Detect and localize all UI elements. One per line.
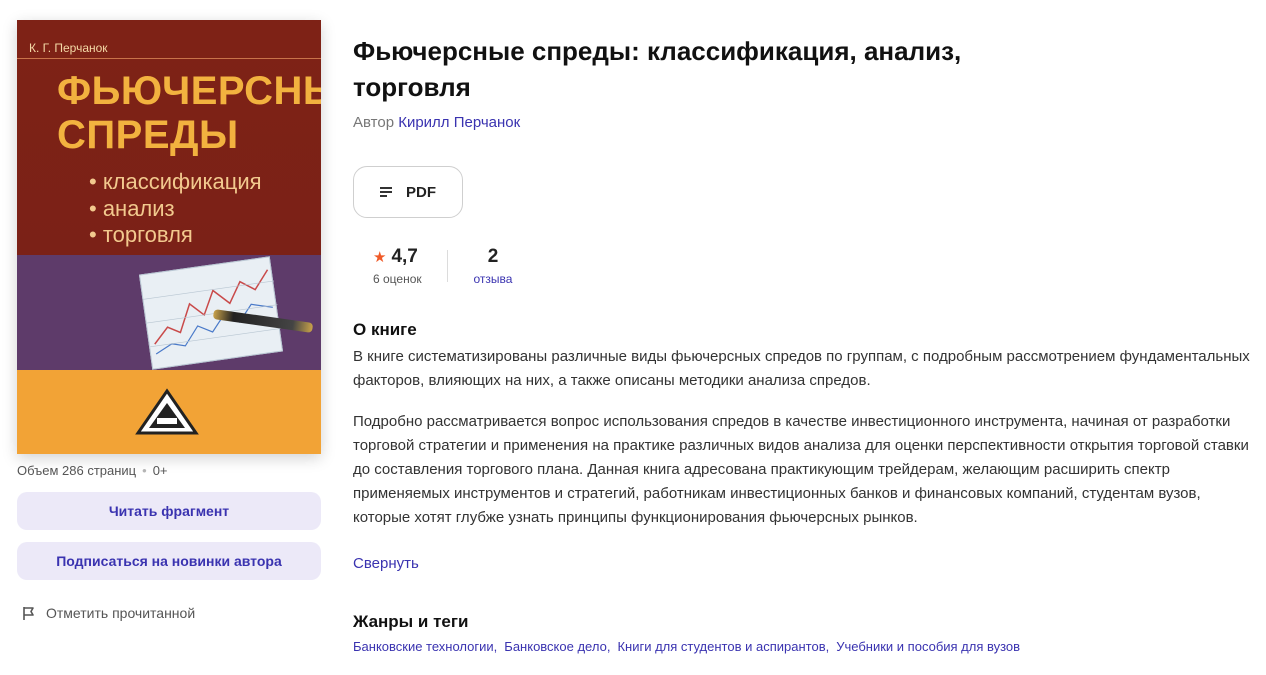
ratings-count: 6 оценок bbox=[373, 272, 422, 286]
meta-separator-icon: • bbox=[142, 463, 147, 478]
cover-bullet: • классификация bbox=[89, 169, 262, 194]
mark-read-label: Отметить прочитанной bbox=[46, 605, 196, 621]
cover-divider bbox=[17, 58, 321, 59]
star-icon: ★ bbox=[373, 249, 387, 266]
cover-bullet: • анализ bbox=[89, 196, 175, 221]
book-title: Фьючерсные спреды: классификация, анализ… bbox=[353, 36, 962, 102]
book-cover[interactable]: К. Г. Перчанок ФЬЮЧЕРСНЫЕ СПРЕДЫ • класс… bbox=[17, 20, 321, 454]
genre-tag[interactable]: Банковское дело bbox=[504, 639, 607, 654]
genre-tag[interactable]: Книги для студентов и аспирантов bbox=[617, 639, 825, 654]
genre-tag[interactable]: Банковские технологии bbox=[353, 639, 494, 654]
format-pdf-button[interactable]: PDF bbox=[353, 166, 463, 218]
cover-bullet: • торговля bbox=[89, 222, 193, 247]
cover-title-line2: СПРЕДЫ bbox=[57, 113, 239, 157]
list-icon bbox=[380, 187, 392, 197]
genre-tags: Банковские технологии, Банковское дело, … bbox=[353, 639, 1020, 654]
tag-separator: , bbox=[493, 639, 498, 654]
reviews-link[interactable]: отзыва bbox=[471, 272, 515, 286]
rating-value: 4,7 bbox=[391, 246, 418, 267]
tag-separator: , bbox=[825, 639, 830, 654]
tag-separator: , bbox=[606, 639, 611, 654]
collapse-link[interactable]: Свернуть bbox=[353, 555, 419, 572]
author-link[interactable]: Кирилл Перчанок bbox=[398, 114, 520, 131]
about-paragraph: Подробно рассматривается вопрос использо… bbox=[353, 413, 1249, 526]
mark-read-button[interactable]: Отметить прочитанной bbox=[22, 605, 195, 621]
age-rating: 0+ bbox=[152, 463, 168, 478]
reviews-block[interactable]: 2 отзыва bbox=[471, 246, 515, 286]
cover-title-line1: ФЬЮЧЕРСНЫЕ bbox=[57, 69, 321, 113]
cover-chart-image bbox=[138, 256, 284, 370]
genres-heading: Жанры и теги bbox=[353, 612, 469, 631]
author-row: Автор Кирилл Перчанок bbox=[353, 114, 520, 131]
flag-icon bbox=[23, 606, 34, 620]
publisher-logo-icon bbox=[135, 388, 199, 435]
book-meta: Объем 286 страниц • 0+ bbox=[17, 463, 168, 478]
page-count: Объем 286 страниц bbox=[17, 463, 137, 478]
genre-tag[interactable]: Учебники и пособия для вузов bbox=[836, 639, 1020, 654]
subscribe-author-button[interactable]: Подписаться на новинки автора bbox=[17, 542, 321, 580]
rating-block: ★ 4,7 6 оценок bbox=[373, 246, 422, 286]
cover-author: К. Г. Перчанок bbox=[29, 41, 108, 55]
format-label: PDF bbox=[406, 183, 436, 201]
read-fragment-button[interactable]: Читать фрагмент bbox=[17, 492, 321, 530]
reviews-count: 2 bbox=[487, 246, 499, 267]
about-paragraph: В книге систематизированы различные виды… bbox=[353, 348, 1250, 389]
author-label: Автор bbox=[353, 114, 395, 131]
stats-divider bbox=[447, 250, 448, 282]
about-heading: О книге bbox=[353, 320, 417, 339]
